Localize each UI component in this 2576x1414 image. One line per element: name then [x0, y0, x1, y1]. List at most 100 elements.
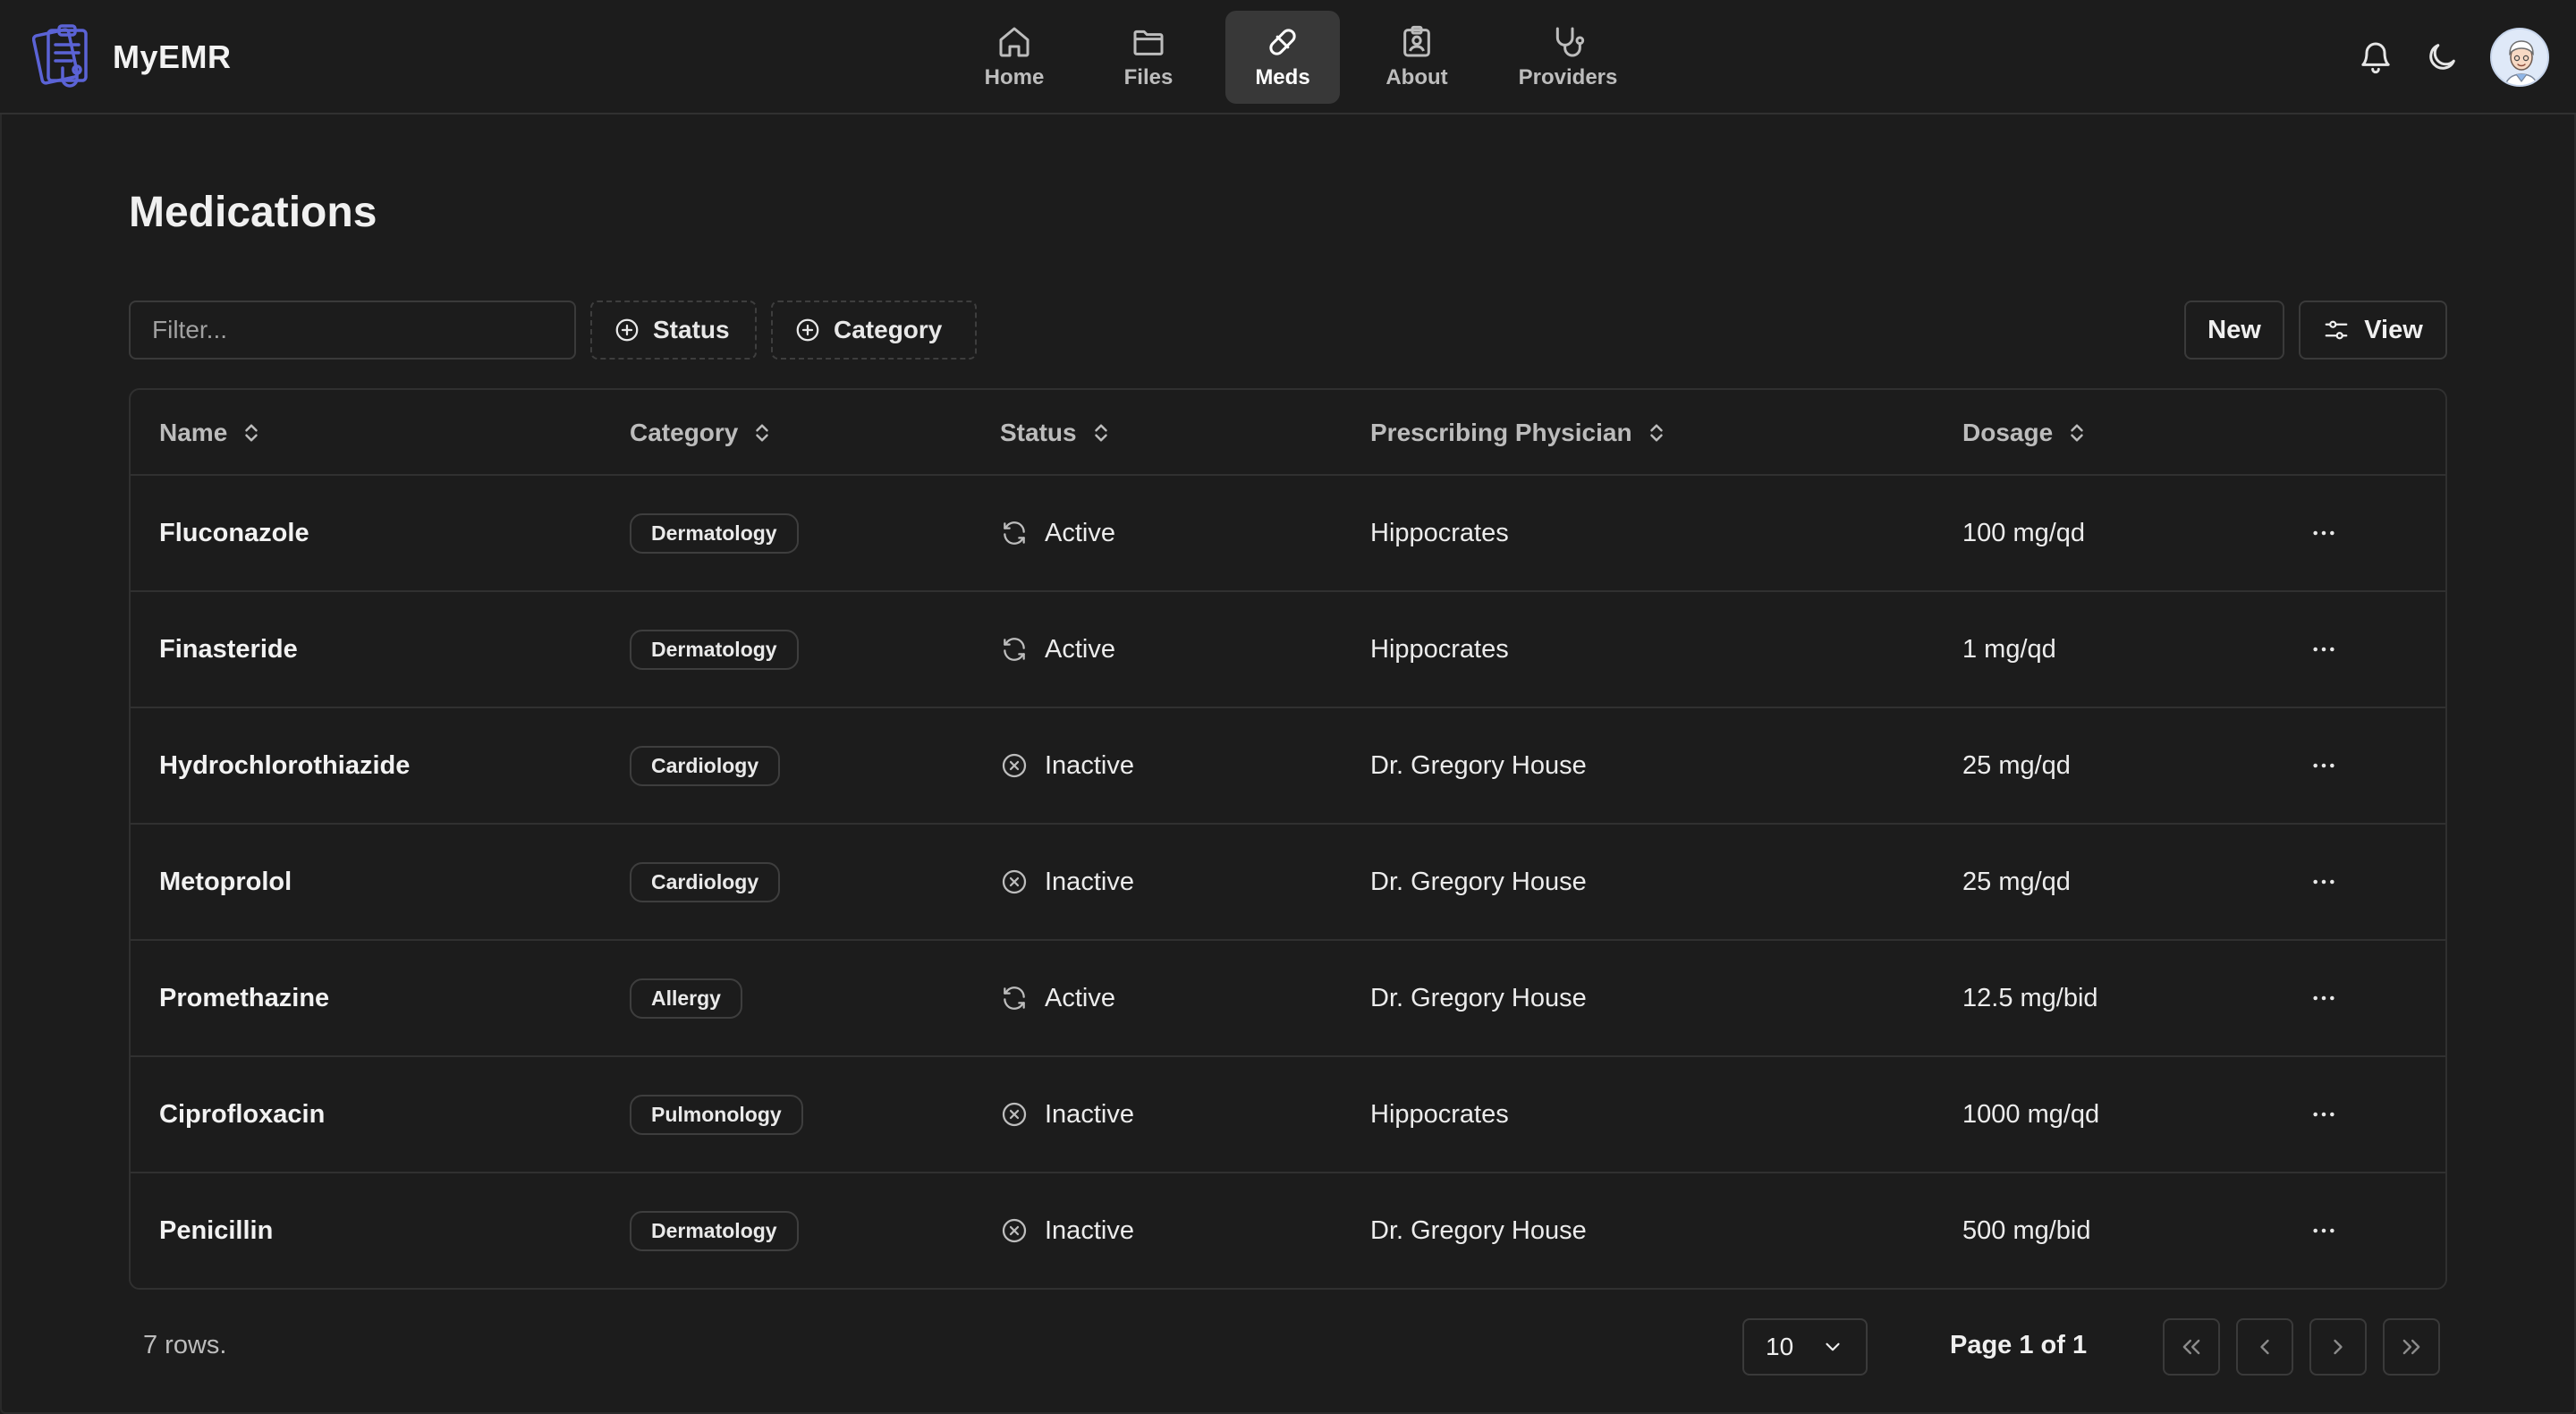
row-actions-button[interactable]: [2304, 630, 2343, 669]
rows-per-page-select[interactable]: 10: [1742, 1318, 1868, 1376]
column-header-category[interactable]: Category: [630, 390, 772, 476]
category-cell: Cardiology: [630, 825, 781, 939]
physician-cell: Hippocrates: [1370, 634, 1509, 664]
filter-input[interactable]: [129, 301, 576, 360]
status-filter-label: Status: [653, 316, 730, 343]
view-button-label: View: [2364, 315, 2423, 344]
status-cell: Active: [1000, 592, 1115, 707]
row-actions-cell: [2304, 825, 2343, 939]
first-page-button[interactable]: [2163, 1318, 2220, 1376]
view-options-button[interactable]: View: [2299, 301, 2447, 360]
table-row[interactable]: Penicillin Dermatology Inactive Dr. Gregory…: [131, 1173, 2445, 1288]
physician-cell: Dr. Gregory House: [1370, 983, 1587, 1012]
sort-icon: [756, 424, 769, 442]
status-cell: Inactive: [1000, 1057, 1134, 1172]
last-page-button[interactable]: [2383, 1318, 2440, 1376]
nav-home[interactable]: Home: [957, 11, 1072, 104]
sort-icon: [245, 424, 258, 442]
table-row[interactable]: Finasteride Dermatology Active Hippocrates 1…: [131, 592, 2445, 708]
category-cell: Dermatology: [630, 476, 799, 590]
status-cell: Active: [1000, 476, 1115, 590]
theme-toggle-button[interactable]: [2424, 39, 2460, 75]
category-badge: Pulmonology: [630, 1094, 803, 1135]
top-navigation-bar: MyEMR Home Files Meds About Providers: [0, 0, 2576, 114]
row-actions-button[interactable]: [2304, 862, 2343, 902]
nav-providers[interactable]: Providers: [1494, 11, 1642, 104]
table-row[interactable]: Promethazine Allergy Active Dr. Gregory Hou…: [131, 941, 2445, 1057]
column-header-label: Category: [630, 419, 739, 446]
folder-icon: [1133, 30, 1164, 55]
nav-meds-label: Meds: [1255, 65, 1310, 89]
medication-name: Hydrochlorothiazide: [159, 750, 411, 780]
medication-name: Metoprolol: [159, 867, 292, 896]
new-medication-button[interactable]: New: [2184, 301, 2284, 360]
status-label: Active: [1045, 518, 1115, 547]
header-actions: [2358, 27, 2549, 88]
medication-name: Ciprofloxacin: [159, 1099, 326, 1129]
row-actions-button[interactable]: [2304, 1211, 2343, 1250]
plus-circle-icon: [796, 318, 819, 342]
category-filter-button[interactable]: Category: [771, 301, 977, 360]
physician-cell: Dr. Gregory House: [1370, 750, 1587, 780]
physician-cell: Hippocrates: [1370, 518, 1509, 547]
table-row[interactable]: Hydrochlorothiazide Cardiology Inactive Dr.…: [131, 708, 2445, 825]
column-header-physician[interactable]: Prescribing Physician: [1370, 390, 1666, 476]
row-count: 7 rows.: [143, 1331, 227, 1359]
rows-per-page-value: 10: [1766, 1333, 1794, 1360]
more-horizontal-icon: [2313, 995, 2334, 1001]
column-header-label: Prescribing Physician: [1370, 419, 1632, 446]
table-row[interactable]: Ciprofloxacin Pulmonology Inactive Hippocra…: [131, 1057, 2445, 1173]
column-header-status[interactable]: Status: [1000, 390, 1111, 476]
notifications-button[interactable]: [2358, 39, 2394, 75]
medication-name: Penicillin: [159, 1215, 274, 1245]
row-actions-button[interactable]: [2304, 1095, 2343, 1134]
stethoscope-icon: [1555, 27, 1585, 57]
nav-files[interactable]: Files: [1091, 11, 1206, 104]
plus-circle-icon: [615, 318, 639, 342]
row-actions-button[interactable]: [2304, 978, 2343, 1018]
column-header-name[interactable]: Name: [159, 390, 261, 476]
status-label: Active: [1045, 983, 1115, 1012]
status-label: Inactive: [1045, 1215, 1134, 1245]
dosage-cell: 25 mg/qd: [1962, 867, 2071, 896]
nav-meds[interactable]: Meds: [1225, 11, 1340, 104]
more-horizontal-icon: [2313, 647, 2334, 652]
user-avatar[interactable]: [2490, 28, 2549, 87]
next-page-button[interactable]: [2309, 1318, 2367, 1376]
more-horizontal-icon: [2313, 530, 2334, 536]
brand[interactable]: MyEMR: [32, 21, 232, 93]
status-filter-button[interactable]: Status: [590, 301, 757, 360]
home-icon: [999, 27, 1030, 57]
row-actions-cell: [2304, 1173, 2343, 1288]
column-header-dosage[interactable]: Dosage: [1962, 390, 2087, 476]
nav-about-label: About: [1385, 65, 1448, 89]
category-cell: Dermatology: [630, 1173, 799, 1288]
column-header-label: Status: [1000, 419, 1077, 446]
dosage-cell: 1 mg/qd: [1962, 634, 2056, 664]
refresh-icon: [1004, 986, 1025, 1010]
medication-name: Fluconazole: [159, 518, 309, 547]
nav-home-label: Home: [984, 65, 1045, 89]
refresh-icon: [1004, 521, 1025, 545]
category-badge: Dermatology: [630, 512, 799, 554]
status-label: Inactive: [1045, 1099, 1134, 1129]
doctor-avatar-icon: [2492, 30, 2547, 85]
dosage-cell: 1000 mg/qd: [1962, 1099, 2100, 1129]
physician-cell: Hippocrates: [1370, 1099, 1509, 1129]
row-actions-button[interactable]: [2304, 746, 2343, 785]
row-actions-button[interactable]: [2304, 513, 2343, 553]
table-row[interactable]: Fluconazole Dermatology Active Hippocrates 1…: [131, 476, 2445, 592]
dosage-cell: 25 mg/qd: [1962, 750, 2071, 780]
row-actions-cell: [2304, 592, 2343, 707]
nav-files-label: Files: [1123, 65, 1174, 89]
dosage-cell: 500 mg/bid: [1962, 1215, 2091, 1245]
category-badge: Dermatology: [630, 1210, 799, 1251]
sort-icon: [1094, 424, 1107, 442]
column-header-label: Dosage: [1962, 419, 2054, 446]
table-row[interactable]: Metoprolol Cardiology Inactive Dr. Gregory …: [131, 825, 2445, 941]
previous-page-button[interactable]: [2236, 1318, 2293, 1376]
dosage-cell: 100 mg/qd: [1962, 518, 2086, 547]
sliders-icon: [2325, 320, 2348, 340]
nav-about[interactable]: About: [1360, 11, 1474, 104]
category-badge: Cardiology: [630, 745, 781, 786]
